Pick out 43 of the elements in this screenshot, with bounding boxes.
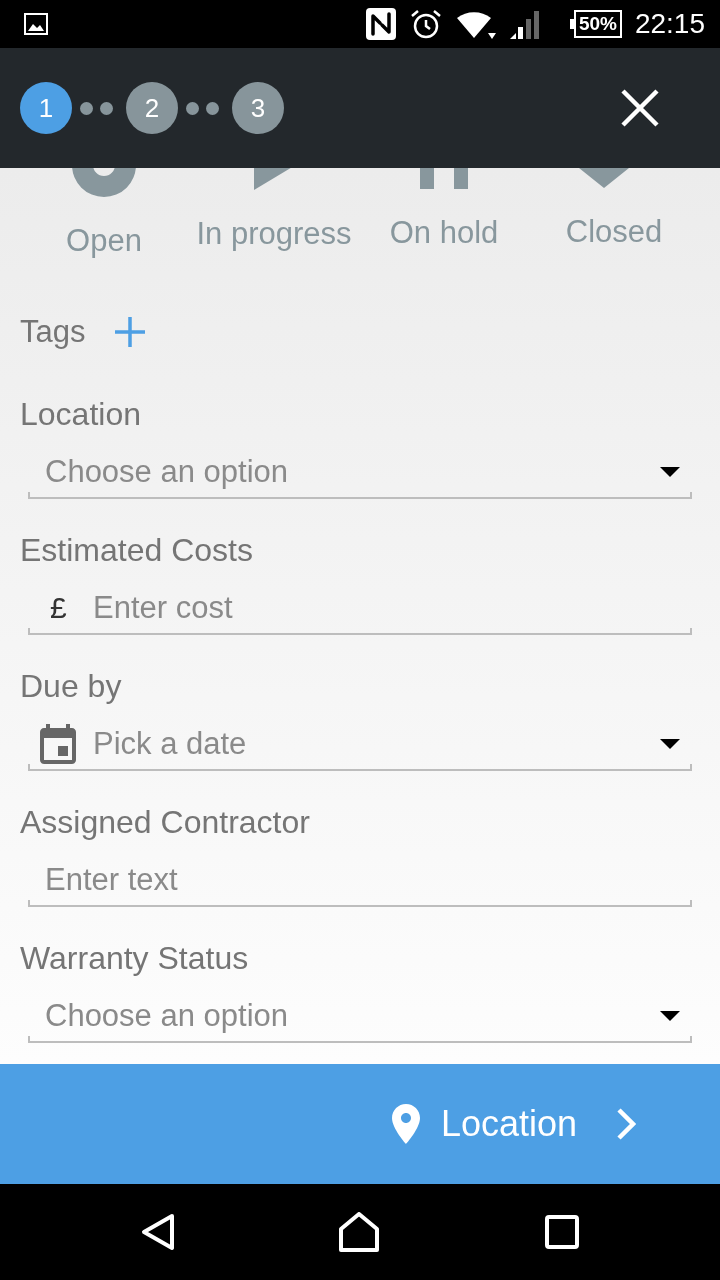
close-icon bbox=[621, 89, 659, 127]
status-option[interactable]: In progress bbox=[189, 168, 359, 252]
field-label: Assigned Contractor bbox=[20, 804, 311, 840]
triangle-icon bbox=[579, 168, 629, 188]
home-icon bbox=[339, 1212, 379, 1252]
dropdown-caret-icon bbox=[660, 739, 680, 749]
ring-icon bbox=[72, 168, 136, 197]
dropdown-caret-icon bbox=[660, 1011, 680, 1021]
field-label: Due by bbox=[20, 668, 123, 704]
dropdown-field[interactable]: Choose an option bbox=[28, 991, 692, 1043]
field-label: Warranty Status bbox=[20, 940, 250, 976]
battery-indicator: 50% bbox=[573, 10, 622, 38]
step-indicator: 3 bbox=[232, 82, 284, 134]
step-indicator: 1 bbox=[20, 82, 72, 134]
back-button[interactable] bbox=[141, 1213, 175, 1251]
plus-icon bbox=[115, 317, 146, 347]
image-icon bbox=[24, 13, 48, 35]
alarm-clock-icon bbox=[410, 9, 441, 39]
text-input-field[interactable]: Enter text bbox=[28, 855, 692, 907]
dropdown-field[interactable]: Choose an option bbox=[28, 447, 692, 499]
tags-label: Tags bbox=[20, 314, 86, 350]
wifi-icon bbox=[456, 9, 496, 39]
field-label: Estimated Costs bbox=[20, 532, 254, 568]
field-label: Location bbox=[20, 396, 142, 432]
pause-icon bbox=[420, 168, 468, 189]
step-indicator: 2 bbox=[126, 82, 178, 134]
status-option[interactable]: Closed bbox=[529, 168, 699, 250]
chevron-right-icon bbox=[616, 1108, 636, 1140]
map-pin-icon bbox=[391, 1104, 420, 1144]
signal-icon bbox=[509, 9, 540, 39]
status-option[interactable]: Open bbox=[19, 168, 189, 259]
home-button[interactable] bbox=[339, 1212, 379, 1252]
clock-time: 22:15 bbox=[634, 7, 705, 41]
nfc-icon bbox=[365, 8, 396, 40]
square-icon bbox=[545, 1215, 579, 1249]
recent-apps-button[interactable] bbox=[545, 1215, 579, 1249]
next-step-button[interactable]: Location bbox=[391, 1103, 636, 1145]
close-button[interactable] bbox=[620, 88, 660, 128]
dropdown-caret-icon bbox=[660, 467, 680, 477]
currency-symbol: £ bbox=[50, 590, 67, 626]
back-icon bbox=[141, 1213, 175, 1251]
status-option[interactable]: On hold bbox=[359, 168, 529, 251]
calendar-icon bbox=[40, 724, 76, 764]
